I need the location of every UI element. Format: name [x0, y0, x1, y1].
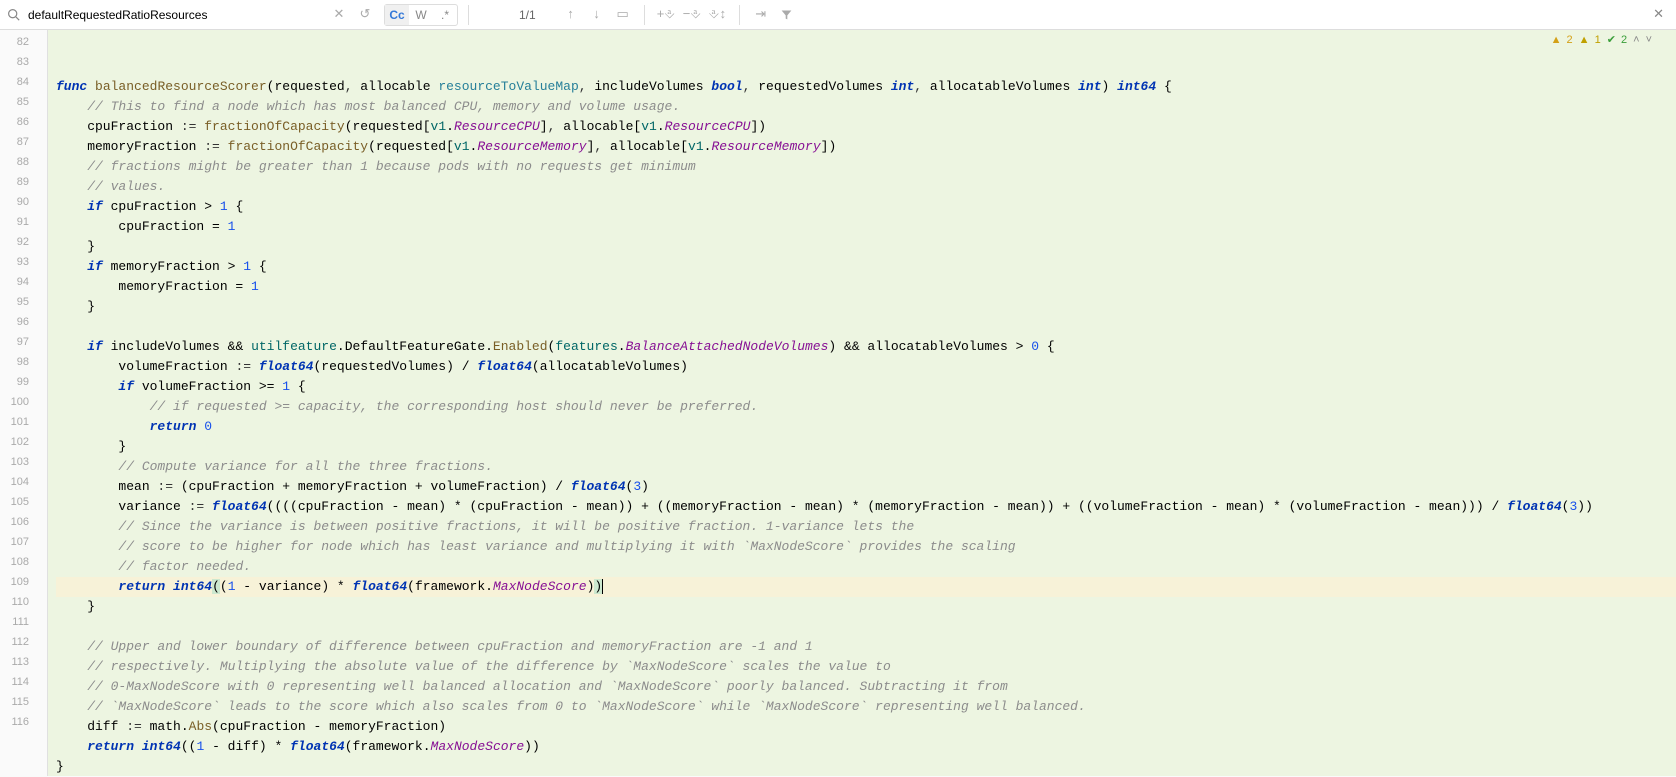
code-line[interactable]: if cpuFraction > 1 { — [56, 197, 1676, 217]
code-line[interactable]: variance := float64((((cpuFraction - mea… — [56, 497, 1676, 517]
search-icon — [6, 8, 20, 22]
code-line[interactable]: return 0 — [56, 417, 1676, 437]
code-line[interactable]: memoryFraction = 1 — [56, 277, 1676, 297]
code-line[interactable] — [56, 617, 1676, 637]
code-line[interactable]: if includeVolumes && utilfeature.Default… — [56, 337, 1676, 357]
divider — [644, 5, 645, 25]
export-icon[interactable]: ⇥ — [750, 4, 772, 26]
code-line[interactable]: // if requested >= capacity, the corresp… — [56, 397, 1676, 417]
code-line[interactable]: // score to be higher for node which has… — [56, 537, 1676, 557]
code-line[interactable]: if memoryFraction > 1 { — [56, 257, 1676, 277]
code-line[interactable]: // Compute variance for all the three fr… — [56, 457, 1676, 477]
code-line[interactable]: memoryFraction := fractionOfCapacity(req… — [56, 137, 1676, 157]
code-line[interactable]: // This to find a node which has most ba… — [56, 97, 1676, 117]
code-line[interactable]: // `MaxNodeScore` leads to the score whi… — [56, 697, 1676, 717]
code-line[interactable]: // Since the variance is between positiv… — [56, 517, 1676, 537]
code-line[interactable]: cpuFraction = 1 — [56, 217, 1676, 237]
next-match-icon[interactable]: ↓ — [586, 4, 608, 26]
whole-word-toggle[interactable]: W — [409, 5, 433, 25]
find-input[interactable] — [24, 6, 324, 24]
code-line[interactable]: cpuFraction := fractionOfCapacity(reques… — [56, 117, 1676, 137]
code-line[interactable]: diff := math.Abs(cpuFraction - memoryFra… — [56, 717, 1676, 737]
chevron-up-icon[interactable]: ˄ — [1633, 34, 1639, 46]
code-line[interactable]: mean := (cpuFraction + memoryFraction + … — [56, 477, 1676, 497]
code-body[interactable]: ▲ 2 ▲ 1 ✔ 2 ˄ ˅ func balancedResourceSco… — [48, 30, 1676, 776]
close-find-icon[interactable]: ✕ — [1647, 7, 1670, 22]
pass-indicator[interactable]: ✔ 2 — [1607, 33, 1627, 46]
code-line[interactable]: } — [56, 437, 1676, 457]
select-occurrences-icon[interactable]: ⎀↕ — [707, 4, 729, 26]
code-line[interactable] — [56, 317, 1676, 337]
code-line[interactable]: // Upper and lower boundary of differenc… — [56, 637, 1676, 657]
regex-toggle[interactable]: .* — [433, 5, 457, 25]
history-icon[interactable]: ↺ — [354, 4, 376, 26]
code-line[interactable]: } — [56, 597, 1676, 617]
divider — [468, 5, 469, 25]
code-line[interactable]: return int64((1 - diff) * float64(framew… — [56, 737, 1676, 757]
find-count: 1/1 — [519, 8, 536, 22]
code-line[interactable]: } — [56, 297, 1676, 317]
code-line[interactable]: // respectively. Multiplying the absolut… — [56, 657, 1676, 677]
line-gutter: 8283848586878889909192939495969798991001… — [0, 30, 48, 776]
code-line[interactable]: // fractions might be greater than 1 bec… — [56, 157, 1676, 177]
divider — [739, 5, 740, 25]
code-line[interactable]: volumeFraction := float64(requestedVolum… — [56, 357, 1676, 377]
prev-match-icon[interactable]: ↑ — [560, 4, 582, 26]
code-line[interactable]: } — [56, 237, 1676, 257]
clear-search-icon[interactable]: ✕ — [328, 4, 350, 26]
code-line[interactable]: if volumeFraction >= 1 { — [56, 377, 1676, 397]
code-line[interactable]: // factor needed. — [56, 557, 1676, 577]
code-line[interactable]: // 0-MaxNodeScore with 0 representing we… — [56, 677, 1676, 697]
select-all-icon[interactable]: ▭ — [612, 4, 634, 26]
editor-pane[interactable]: 8283848586878889909192939495969798991001… — [0, 30, 1676, 776]
chevron-down-icon[interactable]: ˅ — [1646, 34, 1652, 46]
add-selection-icon[interactable]: +⎀ — [655, 4, 677, 26]
code-line[interactable]: } — [56, 757, 1676, 777]
code-line[interactable]: // values. — [56, 177, 1676, 197]
filter-icon[interactable] — [776, 4, 798, 26]
inspection-indicators[interactable]: ▲ 2 ▲ 1 ✔ 2 ˄ ˅ — [1551, 33, 1652, 46]
weak-warning-indicator[interactable]: ▲ 1 — [1579, 34, 1601, 46]
find-bar: ✕ ↺ Cc W .* 1/1 ↑ ↓ ▭ +⎀ −⎀ ⎀↕ ⇥ ✕ — [0, 0, 1676, 30]
match-case-toggle[interactable]: Cc — [385, 5, 409, 25]
warning-indicator[interactable]: ▲ 2 — [1551, 34, 1573, 46]
code-line[interactable]: func balancedResourceScorer(requested, a… — [56, 77, 1676, 97]
remove-selection-icon[interactable]: −⎀ — [681, 4, 703, 26]
code-line[interactable]: return int64((1 - variance) * float64(fr… — [56, 577, 1676, 597]
match-options: Cc W .* — [384, 4, 458, 26]
